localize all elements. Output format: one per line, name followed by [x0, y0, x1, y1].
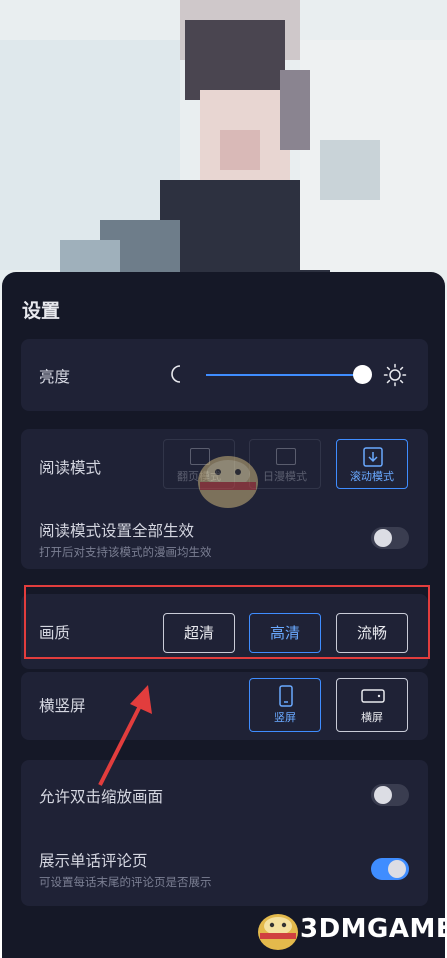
left-arrow-icon [276, 448, 296, 465]
orientation-label: 横竖屏 [39, 697, 86, 715]
apply-all-description: 打开后对支持该模式的漫画均生效 [39, 545, 212, 559]
annotation-arrow [98, 685, 152, 786]
landscape-phone-icon [361, 689, 385, 703]
orientation-card: 横竖屏 竖屏 横屏 [21, 672, 428, 740]
comment-page-toggle[interactable] [371, 858, 409, 880]
landscape-button[interactable]: 横屏 [336, 678, 408, 732]
double-tap-toggle[interactable] [371, 784, 409, 806]
portrait-button[interactable]: 竖屏 [249, 678, 321, 732]
display-options-card: 允许双击缩放画面 展示单话评论页 可设置每话末尾的评论页是否展示 [21, 760, 428, 906]
brightness-card: 亮度 [21, 339, 428, 411]
3dm-logo-icon [258, 914, 298, 950]
mascot-watermark-icon [198, 456, 258, 508]
brightness-slider-knob[interactable] [352, 365, 372, 384]
comment-page-description: 可设置每话末尾的评论页是否展示 [39, 875, 212, 889]
landscape-label: 横屏 [361, 711, 383, 724]
scroll-mode-label: 滚动模式 [350, 470, 394, 483]
brightness-slider-track[interactable] [206, 374, 363, 376]
apply-all-toggle[interactable] [371, 527, 409, 549]
portrait-phone-icon [279, 685, 293, 707]
reading-mode-label: 阅读模式 [39, 459, 102, 477]
scroll-down-icon [363, 447, 383, 467]
apply-all-label: 阅读模式设置全部生效 [39, 522, 195, 540]
panel-title: 设置 [22, 300, 61, 322]
watermark-text: 3DMGAME [300, 914, 447, 944]
portrait-label: 竖屏 [274, 711, 296, 724]
scroll-mode-button[interactable]: 滚动模式 [336, 439, 408, 489]
highlight-box [24, 585, 430, 659]
moon-icon [171, 365, 181, 383]
sun-icon [383, 363, 407, 387]
background-photo [0, 0, 447, 300]
comment-page-label: 展示单话评论页 [39, 852, 148, 870]
brightness-label: 亮度 [39, 368, 71, 386]
